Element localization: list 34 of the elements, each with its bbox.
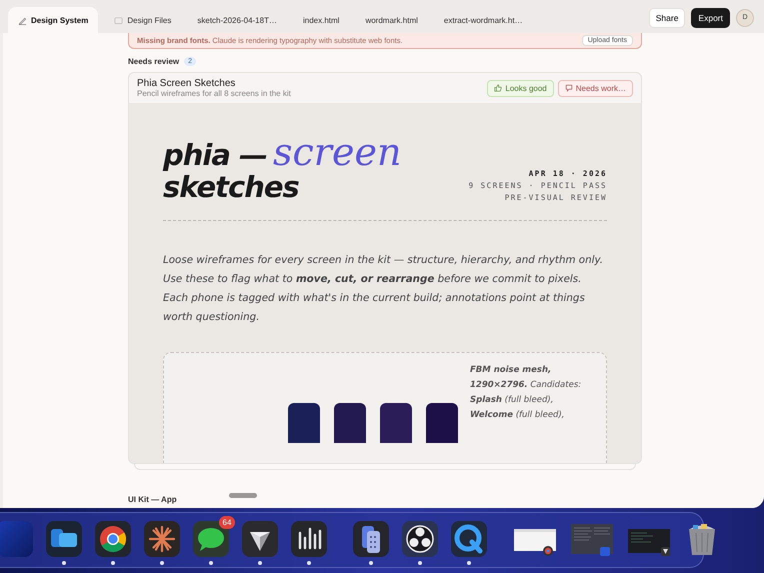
export-button[interactable]: Export [691,8,730,28]
palette-note: FBM noise mesh, 1290×2796. Candidates: Splash (full bleed), Welcome (full bleed), [470,364,582,422]
intro-paragraph: Loose wireframes for every screen in the kit — structure, hierarchy, and rhythm only. Use these to flag what to move, cut, or rearrange before we commit to pixels. Each phone is tagged with what's in the current build; annotations point at things worth questioning. [163,253,604,325]
pen-icon [18,16,27,24]
phone-icon[interactable] [353,521,389,557]
sketch-title: sketches [163,173,300,202]
section-heading: Needs review [128,57,180,66]
looks-good-button[interactable]: Looks good [487,80,554,96]
tab[interactable]: Design System [8,7,98,33]
obs-icon[interactable] [402,521,438,557]
window-thumbnail[interactable] [570,521,614,557]
quicktime-icon[interactable] [451,521,487,557]
bar-chart-icon[interactable] [291,521,327,557]
needs-work-button[interactable]: Needs work… [558,80,633,96]
starburst-icon[interactable] [144,521,180,557]
section-heading: UI Kit — App [128,495,177,504]
windows-icon[interactable] [46,521,82,557]
cube-icon[interactable] [242,521,278,557]
drag-handle[interactable] [229,493,257,498]
sketch-title-accent: screen [273,133,402,171]
file-icon [114,16,124,24]
share-button[interactable]: Share [648,8,686,28]
tab[interactable]: extract-wordmark.ht… [434,7,533,33]
speech-bubble-icon [564,84,573,92]
card-subtitle: Pencil wireframes for all 8 screens in the kit [137,89,292,98]
card-title: Phia Screen Sketches [137,78,236,89]
thumbs-up-icon [494,84,502,92]
chrome-icon[interactable] [95,521,131,557]
tab[interactable]: wordmark.html [355,7,428,33]
tab[interactable]: sketch-2026-04-18T… [187,7,287,33]
notification-badge: 64 [219,516,235,529]
tab[interactable]: index.html [292,7,350,33]
tab[interactable]: Design Files [104,7,182,33]
sketch-title: phia — [163,141,268,170]
